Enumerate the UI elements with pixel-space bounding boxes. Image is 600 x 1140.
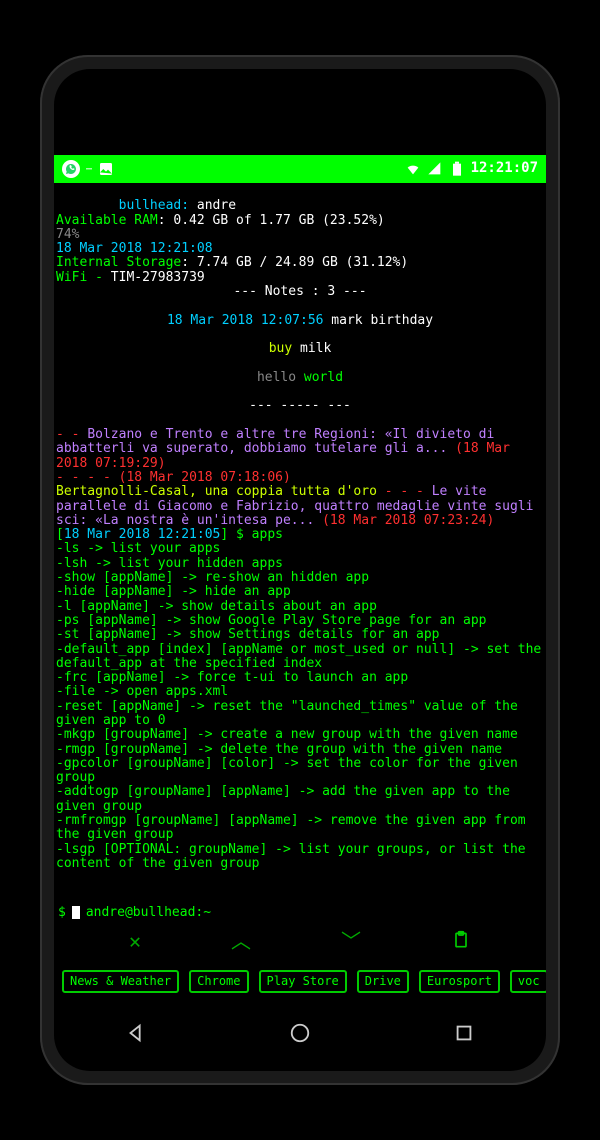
note3-b: world bbox=[304, 370, 343, 385]
help-line: -ls -> list your apps bbox=[56, 542, 544, 556]
note2-a: buy bbox=[269, 341, 300, 356]
phone-inner: ⋯ 12:21:07 bullhead: andre Available RAM… bbox=[54, 69, 546, 1071]
help-line: -st [appName] -> show Settings details f… bbox=[56, 628, 544, 642]
app-chip[interactable]: Chrome bbox=[189, 970, 248, 993]
prompt-input[interactable]: andre@bullhead:~ bbox=[86, 906, 542, 920]
image-icon bbox=[98, 161, 114, 177]
nav-bar bbox=[54, 1013, 546, 1053]
app-chip[interactable]: Eurosport bbox=[419, 970, 500, 993]
note1-time: 18 Mar 2018 12:07:56 bbox=[167, 313, 324, 328]
feed-c1: Bertagnolli-Casal, una coppia tutta d'or… bbox=[56, 484, 377, 499]
host-label: bullhead: bbox=[119, 198, 189, 213]
toolbar: ✕ ︿ ﹀ bbox=[54, 924, 546, 960]
wifi-value: TIM-27983739 bbox=[111, 270, 205, 285]
feed-b1: - - - - bbox=[56, 470, 119, 485]
help-line: -frc [appName] -> force t-ui to launch a… bbox=[56, 671, 544, 685]
note2-b: milk bbox=[300, 341, 331, 356]
cmd-br: [ bbox=[56, 527, 64, 542]
wifi-icon bbox=[405, 161, 421, 177]
note1-text: mark birthday bbox=[323, 313, 433, 328]
app-chip[interactable]: Drive bbox=[357, 970, 409, 993]
help-line: -l [appName] -> show details about an ap… bbox=[56, 600, 544, 614]
time-label: 18 Mar 2018 12:21:08 bbox=[56, 241, 213, 256]
wifi-label: WiFi - bbox=[56, 270, 111, 285]
home-icon[interactable] bbox=[289, 1022, 311, 1044]
notes-sep: --- ----- --- bbox=[56, 399, 544, 413]
whatsapp-icon bbox=[62, 160, 80, 178]
help-block: -ls -> list your apps-lsh -> list your h… bbox=[56, 542, 544, 871]
help-line: -gpcolor [groupName] [color] -> set the … bbox=[56, 757, 544, 786]
phone-frame: ⋯ 12:21:07 bullhead: andre Available RAM… bbox=[40, 55, 560, 1085]
help-line: -lsh -> list your hidden apps bbox=[56, 557, 544, 571]
screen: ⋯ 12:21:07 bullhead: andre Available RAM… bbox=[54, 155, 546, 1023]
help-line: -reset [appName] -> reset the "launched_… bbox=[56, 700, 544, 729]
pct-label: 74% bbox=[56, 227, 79, 242]
feed-a2: Bolzano e Trento e altre tre Regioni: «I… bbox=[56, 427, 502, 456]
help-line: -file -> open apps.xml bbox=[56, 685, 544, 699]
help-line: -default_app [index] [appName or most_us… bbox=[56, 643, 544, 672]
cmd-rest: ] $ apps bbox=[220, 527, 283, 542]
help-line: -rmgp [groupName] -> delete the group wi… bbox=[56, 743, 544, 757]
feed-a1: - - bbox=[56, 427, 87, 442]
help-line: -rmfromgp [groupName] [appName] -> remov… bbox=[56, 814, 544, 843]
clipboard-icon[interactable] bbox=[451, 930, 471, 954]
ram-value: : 0.42 GB of 1.77 GB (23.52%) bbox=[158, 213, 385, 228]
app-chip[interactable]: Play Store bbox=[259, 970, 347, 993]
chevron-down-icon[interactable]: ﹀ bbox=[341, 930, 361, 954]
feed-c4: (18 Mar 2018 07:23:24) bbox=[314, 513, 494, 528]
prompt-row[interactable]: $ andre@bullhead:~ bbox=[54, 902, 546, 924]
help-line: -lsgp [OPTIONAL: groupName] -> list your… bbox=[56, 843, 544, 872]
cmd-time: 18 Mar 2018 12:21:05 bbox=[64, 527, 221, 542]
terminal-output[interactable]: bullhead: andre Available RAM: 0.42 GB o… bbox=[54, 183, 546, 902]
feed-b2: (18 Mar 2018 07:18:06) bbox=[119, 470, 291, 485]
close-icon[interactable]: ✕ bbox=[129, 930, 141, 954]
app-chip[interactable]: voc bbox=[510, 970, 546, 993]
ram-label: Available RAM bbox=[56, 213, 158, 228]
help-line: -addtogp [groupName] [appName] -> add th… bbox=[56, 785, 544, 814]
help-line: -show [appName] -> re-show an hidden app bbox=[56, 571, 544, 585]
storage-label: Internal Storage bbox=[56, 255, 181, 270]
notif-icon: ⋯ bbox=[86, 164, 92, 175]
recent-icon[interactable] bbox=[453, 1022, 475, 1044]
signal-icon bbox=[427, 161, 443, 177]
storage-value: : 7.74 GB / 24.89 GB (31.12%) bbox=[181, 255, 408, 270]
feed-c2: - - - bbox=[377, 484, 432, 499]
cursor bbox=[72, 906, 80, 919]
note3-a: hello bbox=[257, 370, 304, 385]
clock-text: 12:21:07 bbox=[471, 161, 538, 176]
chevron-up-icon[interactable]: ︿ bbox=[231, 930, 251, 954]
prompt-symbol: $ bbox=[58, 906, 66, 920]
help-line: -hide [appName] -> hide an app bbox=[56, 585, 544, 599]
user-label: andre bbox=[189, 198, 236, 213]
notes-title: --- Notes : 3 --- bbox=[56, 285, 544, 299]
back-icon[interactable] bbox=[125, 1022, 147, 1044]
app-chip[interactable]: News & Weather bbox=[62, 970, 179, 993]
status-bar: ⋯ 12:21:07 bbox=[54, 155, 546, 183]
battery-icon bbox=[449, 161, 465, 177]
help-line: -ps [appName] -> show Google Play Store … bbox=[56, 614, 544, 628]
help-line: -mkgp [groupName] -> create a new group … bbox=[56, 728, 544, 742]
